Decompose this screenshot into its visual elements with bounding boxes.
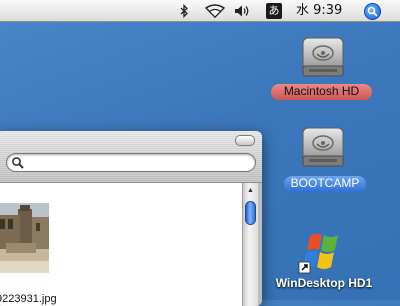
scroll-thumb[interactable] [245,201,256,225]
menu-bar: あ 水 9:39 [0,0,400,22]
spotlight-icon[interactable] [364,3,381,20]
file-thumbnail[interactable] [0,203,49,273]
input-method-indicator[interactable]: あ [266,3,282,19]
hard-drive-icon [302,127,344,167]
menu-clock[interactable]: 水 9:39 [296,0,342,22]
wifi-icon[interactable] [202,0,228,22]
desktop-icon-label[interactable]: WinDesktop HD1 [268,276,380,291]
file-view[interactable]: 9223931.jpg [0,183,242,306]
desktop-icon-label[interactable]: BOOTCAMP [284,176,366,192]
windows-alias-icon [298,233,338,274]
window-toolbar [0,131,262,183]
scroll-up-arrow-icon[interactable]: ▲ [243,183,258,197]
hard-drive-icon [302,37,344,77]
window-frame [258,183,262,306]
search-input[interactable] [6,153,256,172]
search-icon [12,157,24,169]
bluetooth-icon[interactable] [176,0,192,22]
desktop-icon-label[interactable]: Macintosh HD [271,84,372,100]
file-name-label[interactable]: 9223931.jpg [0,293,57,305]
toolbar-toggle-button[interactable] [235,135,255,146]
vertical-scrollbar[interactable]: ▲ [242,183,258,306]
volume-icon[interactable] [232,0,252,22]
finder-window[interactable]: 9223931.jpg ▲ [0,131,262,306]
